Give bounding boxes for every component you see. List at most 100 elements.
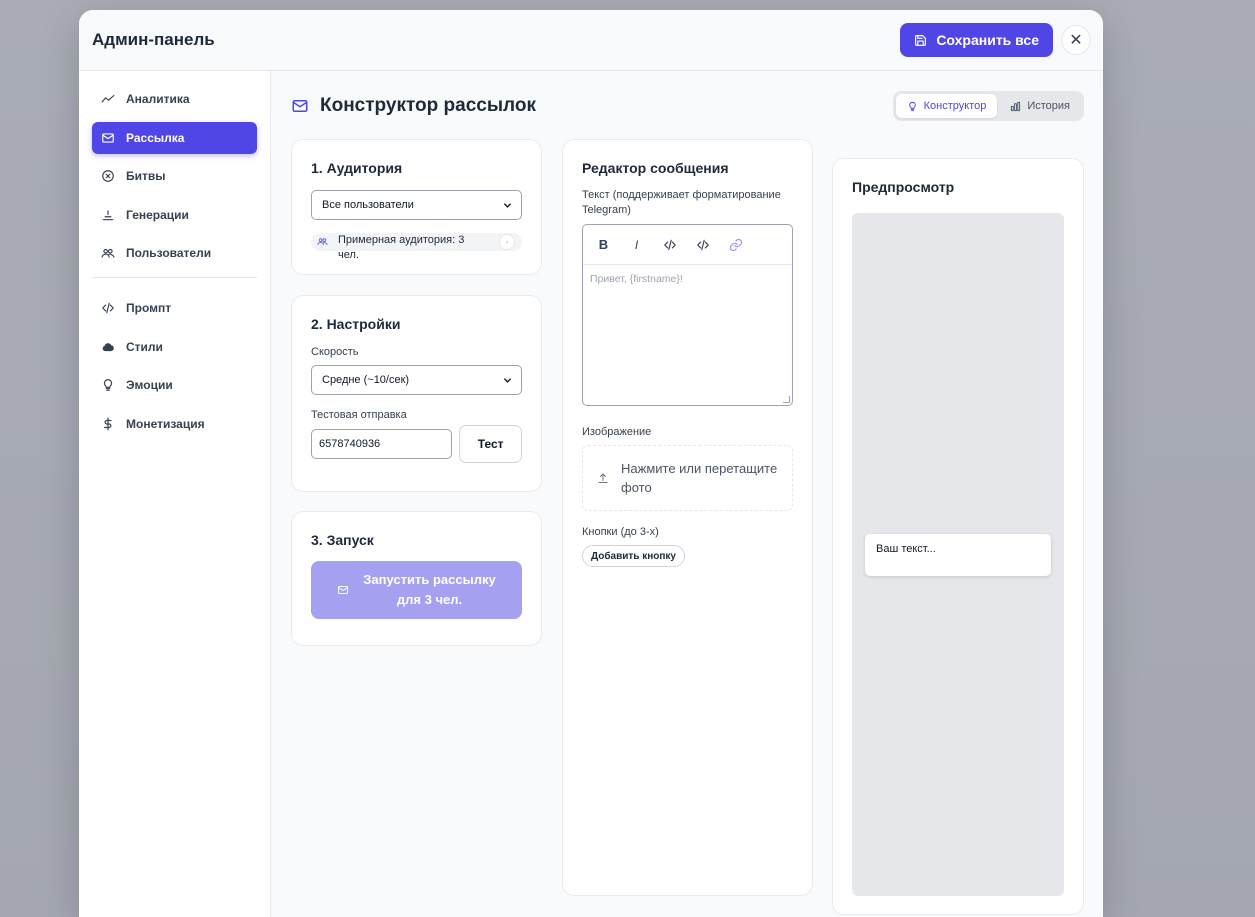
header-actions: Сохранить все ✕: [900, 23, 1091, 57]
tab-label: Конструктор: [923, 100, 987, 112]
settings-title: 2. Настройки: [311, 316, 401, 332]
code-button[interactable]: [655, 232, 684, 258]
chevron-down-icon: [502, 200, 513, 211]
dropzone-line2: фото: [621, 480, 652, 495]
cloud-icon: [101, 340, 115, 354]
lightbulb-icon: [101, 378, 115, 392]
audience-estimate: Примерная аудитория: 3 чел. ›: [311, 233, 522, 261]
generations-icon: [101, 208, 115, 222]
main-content: Конструктор рассылок Конструктор История…: [271, 71, 1103, 917]
launch-mailing-button[interactable]: Запустить рассылку для 3 чел.: [311, 561, 522, 619]
sidebar-item-label: Аналитика: [126, 92, 190, 106]
save-icon: [914, 34, 927, 47]
tab-constructor[interactable]: Конструктор: [895, 94, 998, 118]
tab-label: История: [1027, 100, 1070, 112]
bar-chart-icon: [1010, 101, 1021, 112]
preview-message-bubble: Ваш текст...: [865, 534, 1051, 576]
audience-card: 1. Аудитория Все пользователи Примерная …: [291, 139, 542, 275]
sidebar-item-analytics[interactable]: Аналитика: [92, 83, 257, 115]
message-placeholder: Привет, {firstname}!: [590, 273, 683, 285]
editor-title: Редактор сообщения: [582, 160, 729, 176]
close-icon: ✕: [1069, 32, 1083, 49]
sidebar-item-label: Генерации: [126, 207, 189, 222]
sidebar-item-label: Битвы: [126, 169, 166, 183]
audience-select-value: Все пользователи: [322, 199, 414, 211]
test-chat-id-input[interactable]: 6578740936: [311, 429, 453, 459]
speed-select-value: Средне (~10/сек): [322, 374, 410, 386]
message-textarea[interactable]: Привет, {firstname}!: [583, 265, 792, 405]
sidebar-item-generations[interactable]: Генерации: [92, 199, 257, 231]
speed-select[interactable]: Средне (~10/сек): [311, 365, 522, 395]
page-title-text: Конструктор рассылок: [320, 95, 536, 116]
analytics-icon: [101, 92, 115, 106]
launch-card: 3. Запуск Запустить рассылку для 3 чел.: [291, 511, 542, 646]
audience-estimate-text: Примерная аудитория: 3 чел.: [338, 234, 465, 261]
test-send-label: Тестовая отправка: [311, 409, 407, 421]
sidebar-divider: [92, 277, 257, 278]
message-editor: B I Привет, {firstname}!: [582, 224, 793, 406]
save-all-button[interactable]: Сохранить все: [900, 23, 1053, 57]
format-toolbar: B I: [583, 225, 792, 265]
code-icon: [101, 301, 115, 315]
info-icon[interactable]: ›: [499, 234, 515, 250]
dollar-icon: [101, 417, 115, 431]
dropzone-line1: Нажмите или перетащите: [621, 461, 778, 476]
settings-card: 2. Настройки Скорость Средне (~10/сек) Т…: [291, 295, 542, 492]
main-header: Конструктор рассылок Конструктор История: [291, 91, 1084, 121]
sidebar-item-label: Пользователи: [126, 246, 212, 260]
mail-icon: [337, 584, 349, 596]
launch-title: 3. Запуск: [311, 532, 374, 548]
buttons-label: Кнопки (до 3-х): [582, 526, 659, 538]
sidebar-item-prompt[interactable]: Промпт: [92, 292, 257, 324]
bold-button[interactable]: B: [589, 232, 618, 258]
mail-icon: [101, 131, 115, 145]
launch-button-text: Запустить рассылку для 3 чел.: [363, 570, 495, 610]
save-all-label: Сохранить все: [936, 32, 1039, 48]
test-send-button[interactable]: Тест: [459, 425, 522, 463]
view-tabs: Конструктор История: [892, 91, 1084, 121]
users-icon: [317, 236, 328, 247]
launch-button-line2: для 3 чел.: [396, 592, 463, 607]
admin-modal: Админ-панель Сохранить все ✕ Аналитика Р…: [79, 10, 1103, 917]
add-button-button[interactable]: Добавить кнопку: [582, 545, 685, 567]
launch-button-line1: Запустить рассылку: [363, 572, 496, 587]
sidebar-item-users[interactable]: Пользователи: [92, 237, 257, 269]
sidebar-item-emotions[interactable]: Эмоции: [92, 369, 257, 401]
text-label: Текст (поддерживает форматирование Teleg…: [582, 189, 781, 216]
pre-button[interactable]: [688, 232, 717, 258]
sidebar-item-label: Эмоции: [126, 378, 173, 392]
tab-history[interactable]: История: [999, 94, 1081, 118]
upload-icon: [597, 472, 609, 484]
code-icon: [696, 238, 710, 252]
sidebar: Аналитика Рассылка Битвы Генерации Польз…: [79, 71, 271, 917]
close-button[interactable]: ✕: [1061, 25, 1091, 55]
mail-icon: [291, 97, 309, 115]
resize-handle[interactable]: [783, 396, 790, 403]
speed-label: Скорость: [311, 346, 359, 358]
sidebar-item-label: Стили: [126, 339, 163, 354]
sidebar-item-mailing[interactable]: Рассылка: [92, 121, 257, 154]
chevron-down-icon: [502, 375, 513, 386]
sidebar-item-battles[interactable]: Битвы: [92, 160, 257, 192]
page-title: Конструктор рассылок: [291, 95, 536, 117]
battle-icon: [101, 169, 115, 183]
test-send-row: 6578740936 Тест: [311, 425, 522, 463]
link-button[interactable]: [721, 232, 750, 258]
image-label: Изображение: [582, 426, 652, 438]
users-icon: [101, 246, 115, 260]
sidebar-item-styles[interactable]: Стили: [92, 331, 257, 363]
preview-area: Ваш текст...: [852, 213, 1064, 896]
sidebar-item-monetization[interactable]: Монетизация: [92, 408, 257, 440]
lightbulb-icon: [907, 101, 918, 112]
modal-body: Аналитика Рассылка Битвы Генерации Польз…: [79, 71, 1103, 917]
link-icon: [729, 238, 743, 252]
audience-select[interactable]: Все пользователи: [311, 190, 522, 220]
italic-button[interactable]: I: [622, 232, 651, 258]
image-dropzone[interactable]: Нажмите или перетащите фото: [582, 445, 793, 511]
audience-title: 1. Аудитория: [311, 160, 403, 176]
preview-title: Предпросмотр: [852, 179, 955, 195]
modal-title: Админ-панель: [92, 30, 215, 49]
modal-header: Админ-панель Сохранить все ✕: [79, 10, 1103, 71]
code-icon: [663, 238, 677, 252]
sidebar-item-label: Рассылка: [126, 130, 185, 145]
